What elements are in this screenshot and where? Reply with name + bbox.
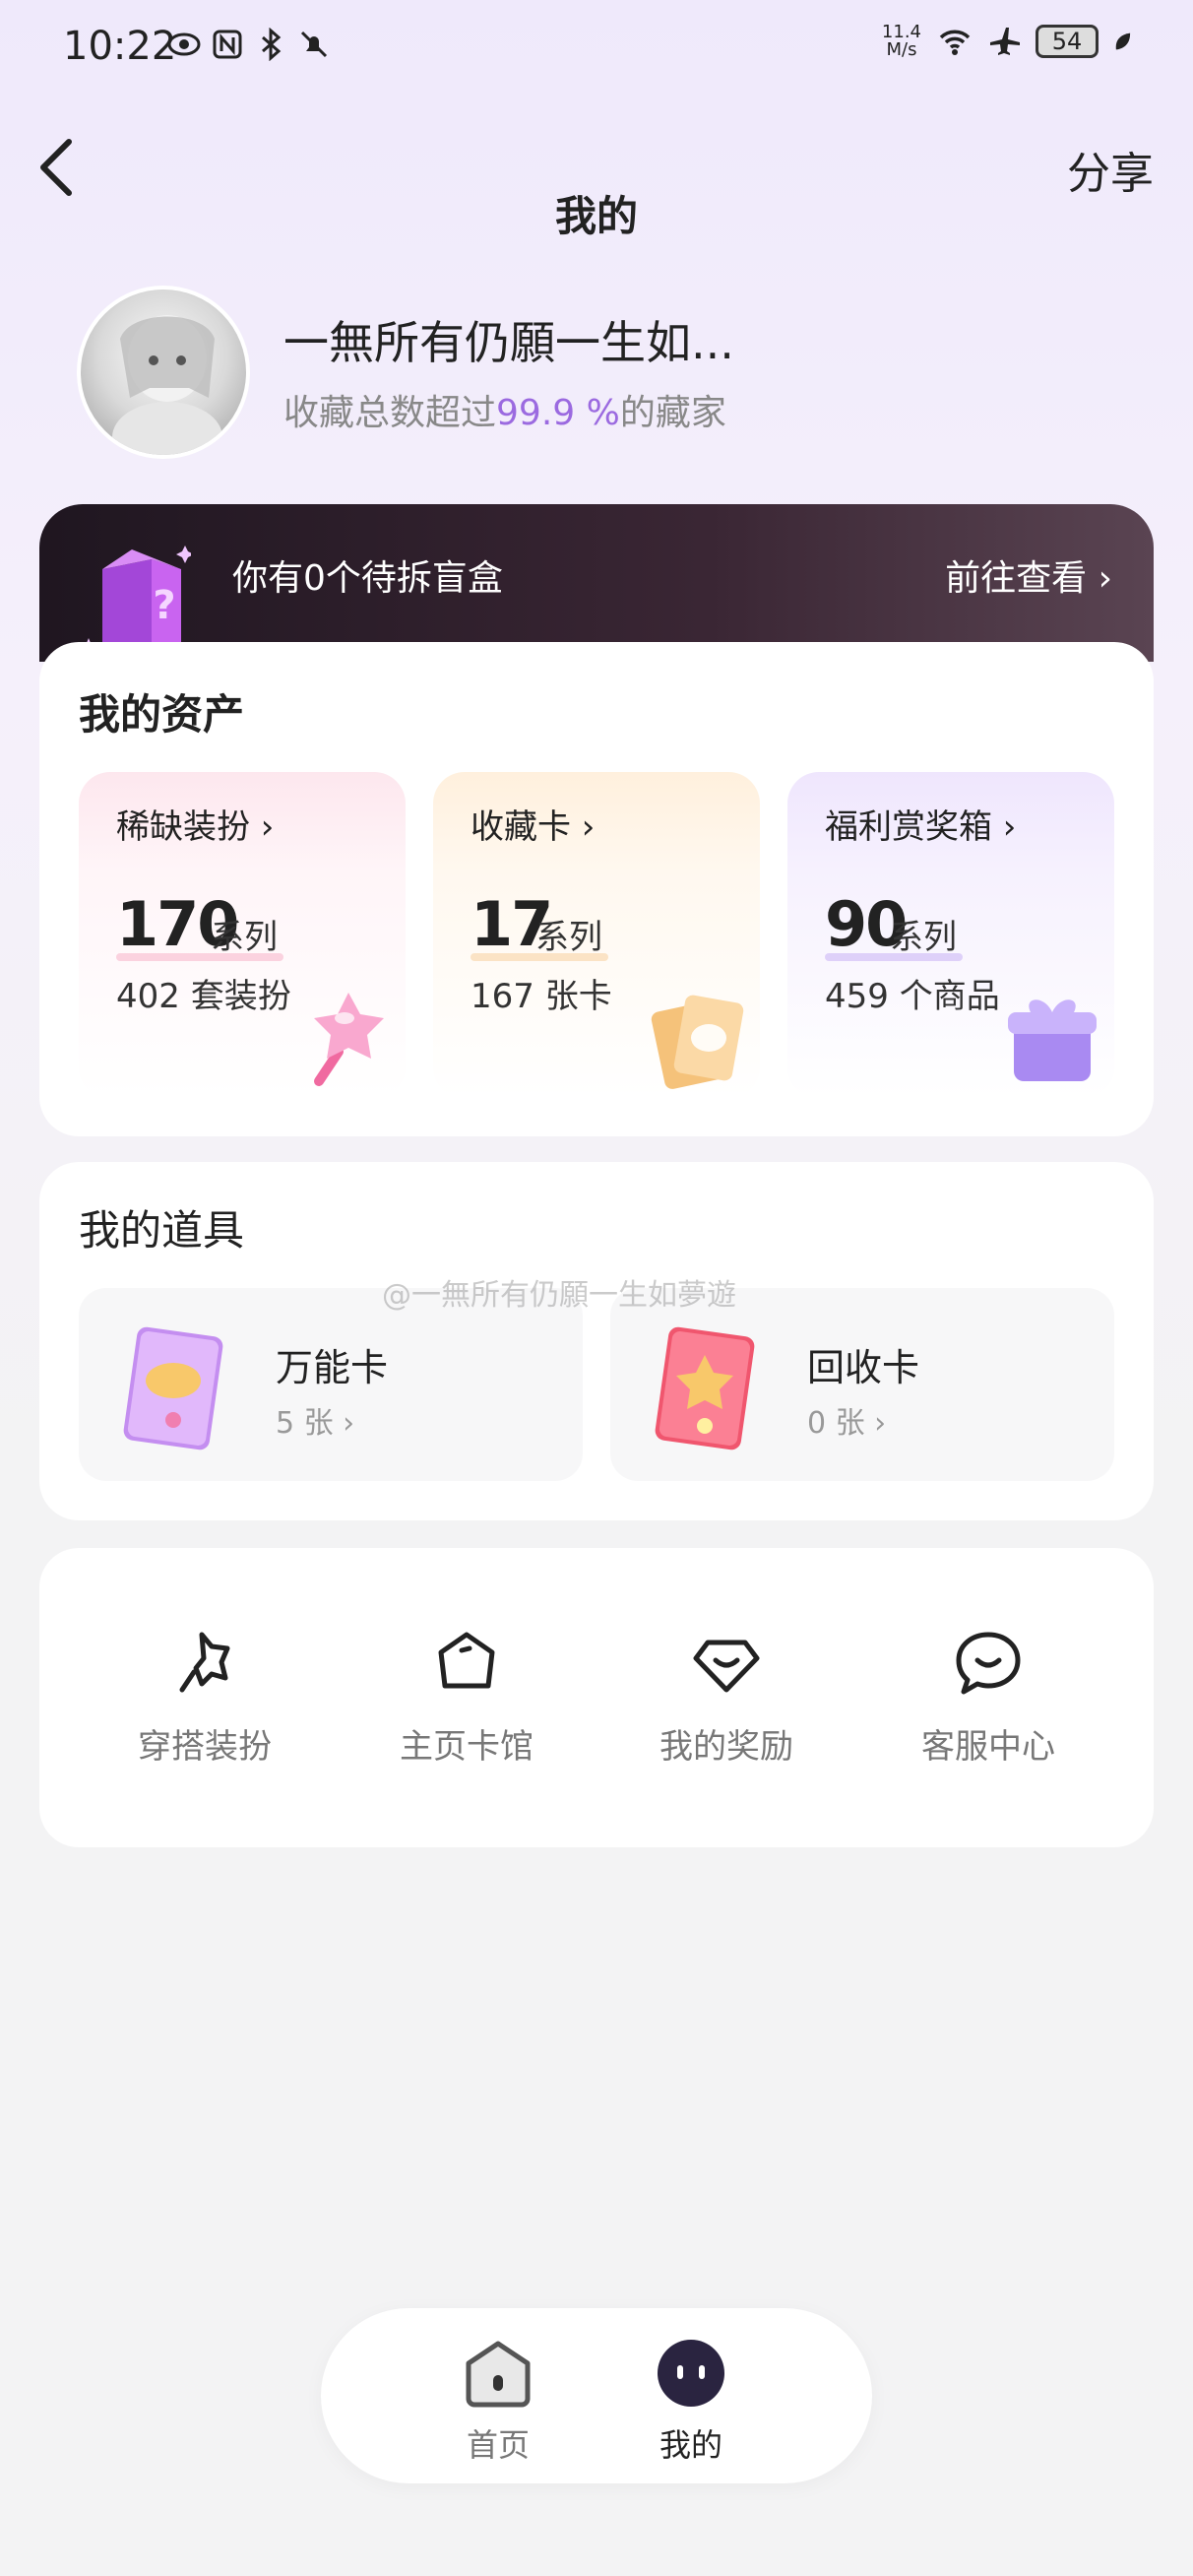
gift-box-icon (1008, 999, 1097, 1081)
nav-item-mine[interactable]: 我的 (632, 2338, 750, 2466)
view-blind-box-link[interactable]: 前往查看 › (945, 549, 1112, 601)
customer-service-icon (956, 1632, 1021, 1695)
asset-sub-count: 167 张卡 (471, 977, 612, 1016)
wifi-icon (939, 30, 971, 55)
shortcut-card-hall[interactable]: 主页卡馆 (368, 1629, 565, 1768)
asset-card-label: 稀缺装扮 › (116, 807, 275, 847)
shortcut-label: 客服中心 (921, 1727, 1055, 1767)
status-icons-left (167, 28, 331, 61)
shortcut-customer-service[interactable]: 客服中心 (890, 1629, 1087, 1768)
asset-card-rare-outfit[interactable]: 稀缺装扮 › 170 系列 402 套装扮 (79, 772, 406, 1099)
my-tools-panel: 我的道具 万能卡 5 张 › 回收卡 0 张 › (39, 1162, 1154, 1520)
asset-card-label: 福利赏奖箱 › (825, 807, 1017, 847)
assets-title: 我的资产 (79, 690, 245, 739)
nav-label: 我的 (659, 2426, 722, 2464)
blind-box-text: 你有0个待拆盲盒 (232, 558, 503, 599)
asset-unit: 系列 (890, 918, 957, 957)
bluetooth-icon (262, 28, 282, 61)
collector-prefix: 收藏总数超过 (283, 393, 497, 433)
username: 一無所有仍願一生如... (283, 316, 734, 369)
home-icon (466, 2341, 531, 2408)
shortcut-outfit[interactable]: 穿搭装扮 (106, 1629, 303, 1768)
shortcut-reward[interactable]: 我的奖励 (628, 1629, 825, 1768)
blind-box-banner[interactable]: ? 你有0个待拆盲盒 前往查看 › (39, 504, 1154, 662)
mine-icon (658, 2340, 724, 2407)
net-speed-unit: M/s (886, 39, 917, 60)
mystery-box-icon: ? (83, 546, 191, 658)
collector-rank-text: 收藏总数超过99.9 %的藏家 (283, 384, 726, 435)
shortcut-label: 主页卡馆 (400, 1727, 534, 1767)
leaf-icon (1115, 32, 1131, 50)
svg-text:?: ? (153, 583, 175, 628)
mute-bell-icon (300, 31, 328, 58)
battery-indicator: 54 (1036, 25, 1099, 58)
card-hall-icon (438, 1632, 495, 1689)
status-icons-right: 11.4 M/s 54 (882, 24, 1134, 59)
shortcuts-panel: 穿搭装扮 主页卡馆 我的奖励 客服中心 (39, 1548, 1154, 1847)
asset-sub-count: 459 个商品 (825, 977, 1000, 1016)
tool-name: 回收卡 (807, 1346, 920, 1389)
nav-item-home[interactable]: 首页 (439, 2338, 557, 2466)
watermark: @一無所有仍願一生如夢遊 (382, 1278, 736, 1313)
universal-card-icon (123, 1326, 223, 1450)
tools-title: 我的道具 (79, 1206, 245, 1255)
shortcut-label: 穿搭装扮 (138, 1727, 272, 1767)
avatar-illustration (112, 315, 222, 455)
asset-card-reward-box[interactable]: 福利赏奖箱 › 90 系列 459 个商品 (787, 772, 1114, 1099)
recycle-card-icon (655, 1326, 755, 1450)
bottom-nav: 首页 我的 (321, 2308, 872, 2483)
asset-unit: 系列 (211, 918, 278, 957)
asset-card-collection-card[interactable]: 收藏卡 › 17 系列 167 张卡 (433, 772, 760, 1099)
asset-sub-count: 402 套装扮 (116, 977, 291, 1016)
my-assets-panel: 我的资产 稀缺装扮 › 170 系列 402 套装扮 收藏卡 › 17 系列 1… (39, 642, 1154, 1136)
tool-name: 万能卡 (276, 1346, 389, 1389)
clock: 10:22 (63, 24, 177, 69)
asset-card-label: 收藏卡 › (471, 807, 596, 847)
tool-card-universal[interactable]: 万能卡 5 张 › (79, 1288, 583, 1481)
reward-icon (693, 1640, 760, 1693)
avatar[interactable] (77, 286, 250, 459)
tool-card-recycle[interactable]: 回收卡 0 张 › (610, 1288, 1114, 1481)
shortcut-label: 我的奖励 (659, 1727, 793, 1767)
outfit-icon (179, 1632, 230, 1693)
net-speed: 11.4 M/s (882, 24, 921, 59)
collector-suffix: 的藏家 (619, 393, 726, 433)
status-bar: 10:22 11.4 M/s 54 (0, 0, 1193, 98)
eye-icon (167, 32, 201, 56)
tool-count: 0 张 › (807, 1406, 887, 1441)
nfc-icon (213, 30, 242, 59)
airplane-icon (990, 28, 1020, 55)
share-button[interactable]: 分享 (1067, 138, 1154, 201)
nav-label: 首页 (466, 2426, 530, 2464)
collector-percent: 99.9 % (496, 393, 620, 433)
page-title: 我的 (554, 192, 638, 240)
star-wand-icon (314, 993, 384, 1086)
tool-count: 5 张 › (276, 1406, 355, 1441)
cards-icon (651, 995, 744, 1089)
asset-unit: 系列 (535, 918, 602, 957)
